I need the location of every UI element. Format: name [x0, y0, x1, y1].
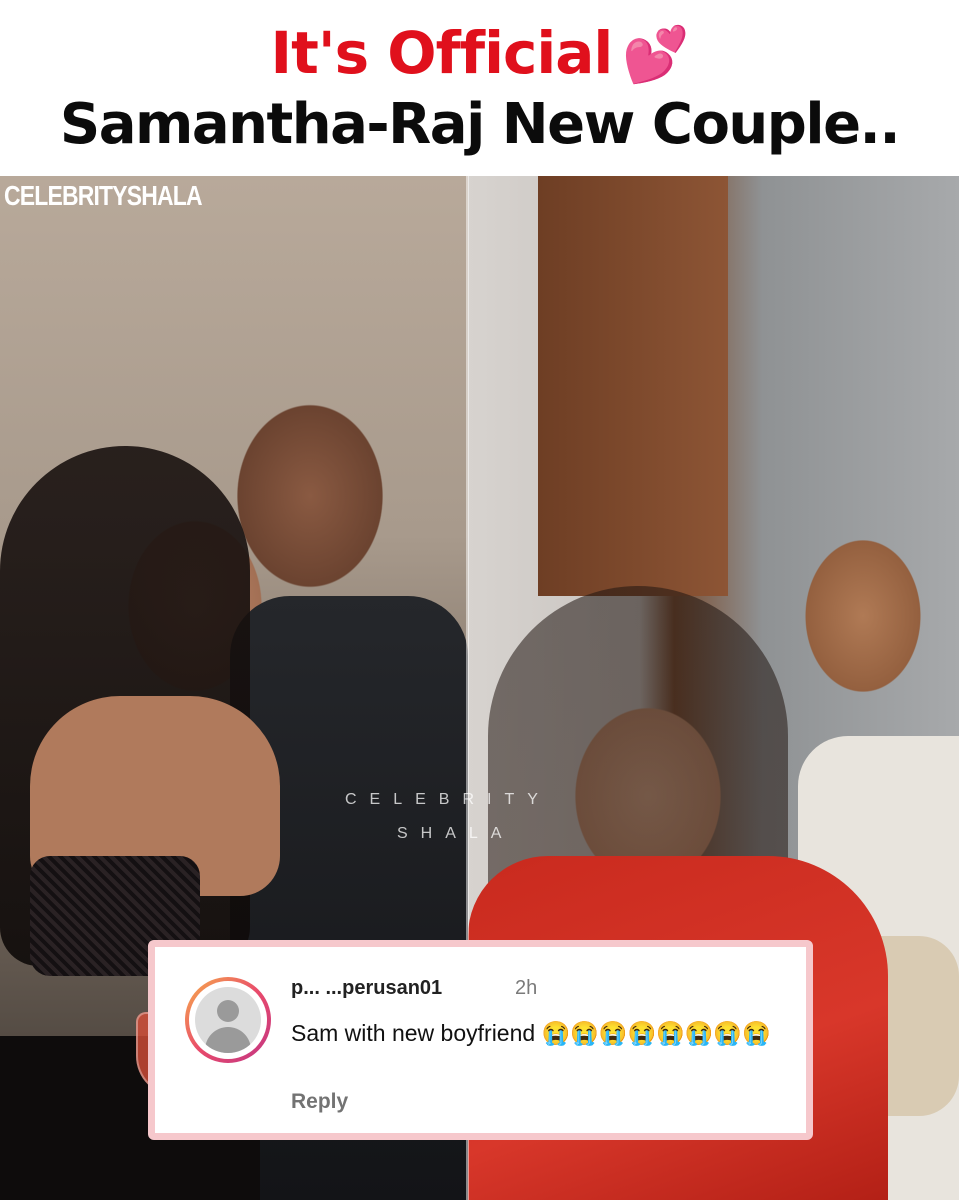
comment-text: Sam with new boyfriend 😭😭😭😭😭😭😭😭 — [291, 1020, 771, 1046]
user-icon-body — [205, 1027, 251, 1053]
default-user-icon — [195, 987, 261, 1053]
comment-timestamp: 2h — [515, 977, 538, 999]
two-hearts-icon: 💕 — [622, 23, 689, 86]
avatar[interactable] — [185, 977, 271, 1063]
comment-username[interactable]: p... ...perusan01 — [291, 977, 442, 1000]
user-icon-head — [217, 1000, 239, 1022]
photo-shape — [538, 176, 728, 596]
comment-card: p... ...perusan01 2h Sam with new boyfri… — [148, 940, 813, 1140]
headline-line-1: It's Official 💕 — [0, 14, 959, 94]
headline-official-text: It's Official — [270, 19, 614, 87]
watermark-line-2: SHALA — [397, 825, 515, 842]
watermark: CELEBRITY SHALA — [345, 783, 551, 851]
headline-line-2: Samantha-Raj New Couple.. — [59, 92, 901, 157]
avatar-ring-inner — [189, 981, 267, 1059]
brand-logo: CELEBRITYSHALA — [4, 180, 203, 211]
watermark-line-1: CELEBRITY — [345, 791, 551, 808]
reply-button[interactable]: Reply — [291, 1090, 348, 1114]
headline-banner: It's Official 💕 Samantha-Raj New Couple.. — [0, 0, 959, 176]
